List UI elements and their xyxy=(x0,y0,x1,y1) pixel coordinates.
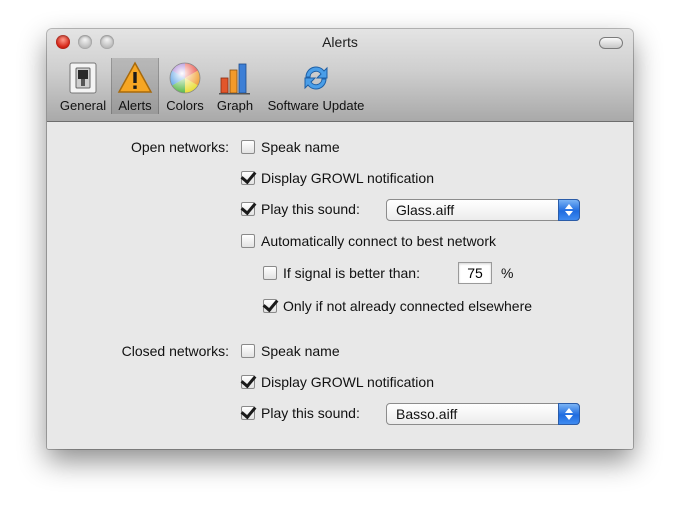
switch-icon xyxy=(69,62,97,94)
tab-graph-label: Graph xyxy=(216,98,254,113)
alerts-pane: Open networks: Speak name Display GROWL … xyxy=(47,122,633,449)
tab-general[interactable]: General xyxy=(55,58,111,114)
closed-speak-name-checkbox[interactable] xyxy=(241,344,255,358)
tab-colors-label: Colors xyxy=(166,98,204,113)
bar-graph-icon xyxy=(219,63,250,95)
title-bar[interactable]: Alerts General Alerts Colors Graph Softw… xyxy=(47,29,633,122)
signal-unit: % xyxy=(501,265,514,281)
closed-networks-label: Closed networks: xyxy=(121,343,229,359)
closed-sound-select[interactable]: Basso.aiff xyxy=(386,403,580,425)
closed-play-sound-checkbox[interactable] xyxy=(241,406,255,420)
auto-connect-label: Automatically connect to best network xyxy=(261,233,497,249)
tab-alerts[interactable]: Alerts xyxy=(111,58,159,114)
closed-speak-name-label: Speak name xyxy=(261,343,340,359)
auto-connect-checkbox[interactable] xyxy=(241,234,255,248)
open-play-sound-checkbox[interactable] xyxy=(241,202,255,216)
open-sound-select[interactable]: Glass.aiff xyxy=(386,199,580,221)
toolbar-toggle-button[interactable] xyxy=(599,37,623,49)
refresh-icon xyxy=(304,66,328,90)
tab-software-update[interactable]: Software Update xyxy=(261,58,371,114)
select-arrows-icon xyxy=(558,199,580,221)
open-speak-name-label: Speak name xyxy=(261,139,340,155)
window-title: Alerts xyxy=(322,34,358,50)
signal-better-checkbox[interactable] xyxy=(263,266,277,280)
tab-alerts-label: Alerts xyxy=(118,98,152,113)
open-play-sound-label: Play this sound: xyxy=(261,201,360,217)
open-display-growl-checkbox[interactable] xyxy=(241,171,255,185)
closed-display-growl-label: Display GROWL notification xyxy=(261,374,434,390)
signal-threshold-input[interactable]: 75 xyxy=(458,262,492,284)
tab-software-update-label: Software Update xyxy=(267,98,365,113)
tab-graph[interactable]: Graph xyxy=(211,58,259,114)
tab-colors[interactable]: Colors xyxy=(161,58,209,114)
warning-icon xyxy=(117,61,153,93)
closed-play-sound-label: Play this sound: xyxy=(261,405,360,421)
select-arrows-icon xyxy=(558,403,580,425)
open-sound-value: Glass.aiff xyxy=(396,202,455,218)
open-speak-name-checkbox[interactable] xyxy=(241,140,255,154)
color-wheel-icon xyxy=(169,62,201,94)
preferences-window: Alerts General Alerts Colors Graph Softw… xyxy=(47,29,633,449)
tab-general-label: General xyxy=(59,98,107,113)
open-display-growl-label: Display GROWL notification xyxy=(261,170,434,186)
closed-display-growl-checkbox[interactable] xyxy=(241,375,255,389)
signal-better-label: If signal is better than: xyxy=(283,265,420,281)
closed-sound-value: Basso.aiff xyxy=(396,406,458,422)
only-if-not-connected-label: Only if not already connected elsewhere xyxy=(283,298,533,314)
only-if-not-connected-checkbox[interactable] xyxy=(263,299,277,313)
open-networks-label: Open networks: xyxy=(130,139,229,155)
